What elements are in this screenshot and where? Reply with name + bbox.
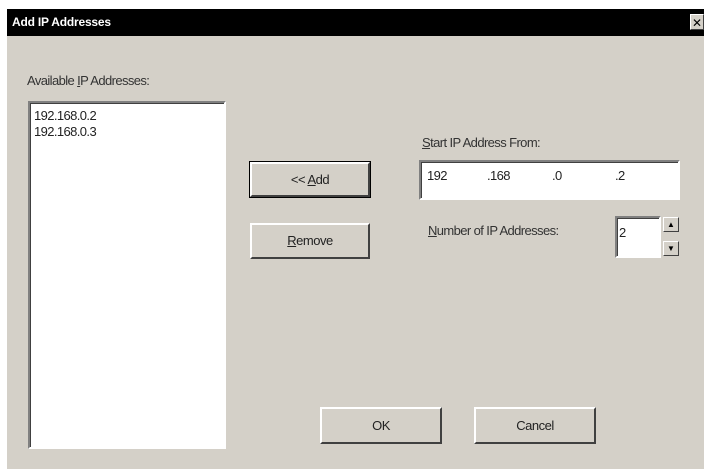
ip-count-value[interactable]: 2 bbox=[619, 225, 626, 240]
close-icon[interactable]: ✕ bbox=[690, 14, 704, 30]
start-ip-label: Start IP Address From: bbox=[422, 135, 541, 150]
spin-down-icon[interactable]: ▼ bbox=[663, 241, 679, 256]
ok-button[interactable]: OK bbox=[320, 407, 442, 444]
dialog-title: Add IP Addresses bbox=[12, 15, 111, 29]
ip-octet-1[interactable]: 192 bbox=[427, 168, 447, 183]
spin-up-icon[interactable]: ▲ bbox=[663, 217, 679, 232]
ip-count-label: Number of IP Addresses: bbox=[428, 223, 559, 238]
cancel-button[interactable]: Cancel bbox=[474, 407, 596, 444]
available-ip-label: Available IP Addresses: bbox=[27, 73, 150, 88]
start-ip-field[interactable]: 192 .168 .0 .2 bbox=[419, 160, 680, 200]
list-item[interactable]: 192.168.0.2 bbox=[34, 108, 224, 124]
ip-octet-4[interactable]: .2 bbox=[615, 168, 625, 183]
remove-button[interactable]: Remove bbox=[250, 223, 370, 259]
available-ip-listbox[interactable]: 192.168.0.2 192.168.0.3 bbox=[28, 101, 226, 449]
list-item[interactable]: 192.168.0.3 bbox=[34, 124, 224, 140]
ip-octet-3[interactable]: .0 bbox=[552, 168, 562, 183]
ip-octet-2[interactable]: .168 bbox=[487, 168, 511, 183]
title-bar[interactable]: Add IP Addresses ✕ bbox=[7, 9, 704, 36]
ip-count-field[interactable]: 2 bbox=[615, 216, 661, 258]
add-button[interactable]: << Add bbox=[249, 161, 371, 198]
add-ip-addresses-dialog: Add IP Addresses ✕ Available IP Addresse… bbox=[6, 8, 704, 469]
